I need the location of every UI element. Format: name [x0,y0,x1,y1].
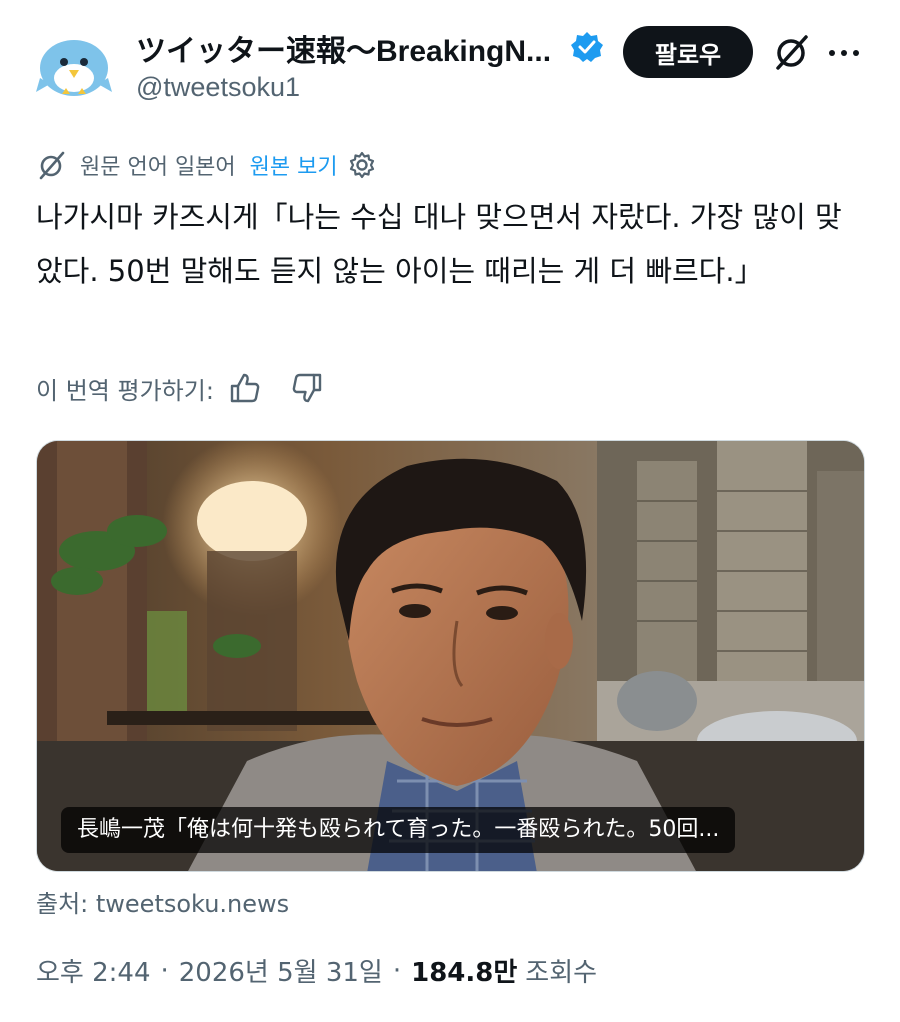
tweet-date[interactable]: 2026년 5월 31일 [179,952,383,989]
media-caption: 長嶋一茂「俺は何十発も殴られて育った。一番殴られた。50回... [61,807,736,853]
more-icon[interactable] [826,46,862,58]
tweet-header: ツイッター速報〜BreakingN... @tweetsoku1 팔로우 [0,0,900,130]
rate-translation-bar: 이 번역 평가하기: [36,368,324,408]
show-original-link[interactable]: 원본 보기 [250,149,338,181]
translate-icon [36,149,68,181]
views-count[interactable]: 184.8만 [411,952,517,989]
tweet-time[interactable]: 오후 2:44 [36,952,151,989]
rate-translation-label: 이 번역 평가하기: [36,376,214,405]
thumbs-down-icon[interactable] [290,371,324,405]
source-language-label: 원문 언어 일본어 [80,155,236,180]
author-handle[interactable]: @tweetsoku1 [136,72,300,103]
separator-dot: · [160,955,169,986]
tweet-media-image[interactable]: 長嶋一茂「俺は何十発も殴られて育った。一番殴られた。50回... [36,440,865,872]
thumbs-up-icon[interactable] [228,371,262,405]
views-label: 조회수 [525,958,598,988]
gear-icon[interactable] [346,149,378,181]
source-link[interactable]: 출처: tweetsoku.news [36,884,289,919]
author-display-name[interactable]: ツイッター速報〜BreakingN... [136,26,551,70]
verified-badge-icon[interactable] [570,30,604,64]
tweet-meta: 오후 2:44 · 2026년 5월 31일 · 184.8만 조회수 [36,952,597,989]
grok-icon[interactable] [772,32,812,72]
separator-dot: · [392,955,402,986]
follow-button[interactable]: 팔로우 [623,26,753,78]
bird-avatar-icon[interactable] [36,34,112,98]
translation-bar: 원문 언어 일본어 원본 보기 [36,148,378,182]
tweet-text: 나가시마 카즈시게「나는 수십 대나 맞으면서 자랐다. 가장 많이 맞았다. … [36,200,842,288]
